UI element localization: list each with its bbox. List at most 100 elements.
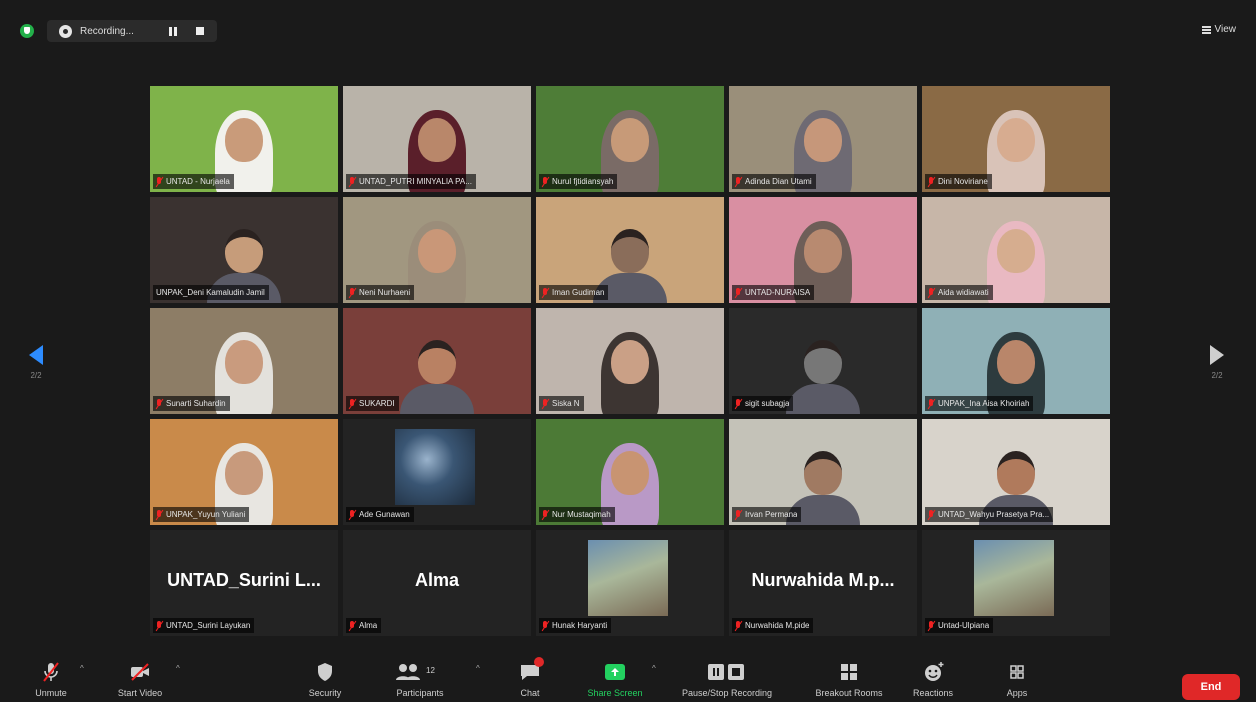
participant-tile[interactable]: UNTAD_Surini L... UNTAD_Surini Layukan — [150, 530, 338, 636]
participant-name-tag: Iman Gudiman — [539, 285, 609, 300]
participant-tile[interactable]: SUKARDI — [343, 308, 531, 414]
participant-tile[interactable]: Siska N — [536, 308, 724, 414]
participant-name-tag: Alma — [346, 618, 382, 633]
participant-tile[interactable]: Sunarti Suhardin — [150, 308, 338, 414]
chat-button[interactable]: Chat — [485, 657, 575, 698]
muted-microphone-icon — [349, 176, 356, 187]
participant-name-tag: sigit subagja — [732, 396, 794, 411]
participant-tile[interactable]: Nurwahida M.p... Nurwahida M.pide — [729, 530, 917, 636]
reactions-button[interactable]: Reactions — [888, 660, 978, 698]
participant-tile[interactable]: Adinda Dian Utami — [729, 86, 917, 192]
video-options-chevron-icon[interactable]: ^ — [176, 664, 180, 673]
participant-name: UNTAD_Wahyu Prasetya Pra... — [938, 510, 1050, 519]
participant-name-tag: Neni Nurhaeni — [346, 285, 415, 300]
view-button[interactable]: View — [1201, 24, 1237, 35]
start-video-label: Start Video — [117, 688, 163, 698]
participant-tile[interactable]: Ade Gunawan — [343, 419, 531, 525]
participant-tile[interactable]: Alma Alma — [343, 530, 531, 636]
participant-tile[interactable]: Nur Mustaqimah — [536, 419, 724, 525]
participant-silhouette — [786, 328, 860, 414]
participant-name: Siska N — [552, 399, 580, 408]
participant-display-name: Nurwahida M.p... — [751, 570, 895, 590]
participant-tile[interactable]: Dini Noviriane — [922, 86, 1110, 192]
muted-microphone-icon — [735, 176, 742, 187]
start-video-button[interactable]: Start Video — [95, 660, 185, 698]
participant-tile[interactable]: UNTAD-NURAISA — [729, 197, 917, 303]
reactions-label: Reactions — [912, 688, 954, 698]
participant-tile[interactable]: Untad-Ulpiana — [922, 530, 1110, 636]
participants-icon: 12 — [390, 660, 450, 684]
participant-tile[interactable]: UNPAK_Deni Kamaludin Jamil — [150, 197, 338, 303]
participants-button[interactable]: 12 Participants — [375, 660, 465, 698]
muted-microphone-icon — [156, 509, 163, 520]
share-screen-label: Share Screen — [587, 688, 643, 698]
participant-tile[interactable]: Irvan Permana — [729, 419, 917, 525]
participant-name-tag: UNPAK_Ina Aisa Khoiriah — [925, 396, 1034, 411]
participant-tile[interactable]: UNPAK_Yuyun Yuliani — [150, 419, 338, 525]
gallery-view: UNTAD - Nurjaela UNTAD_PUTRI MINYALIA PA.… — [150, 86, 1110, 636]
muted-microphone-icon — [928, 620, 935, 631]
participant-name: UNPAK_Ina Aisa Khoiriah — [938, 399, 1030, 408]
security-shield-icon[interactable] — [20, 24, 34, 38]
profile-picture — [588, 540, 668, 616]
recording-label: Recording... — [80, 25, 134, 37]
participant-tile[interactable]: Aida widiawati — [922, 197, 1110, 303]
muted-microphone-icon — [928, 176, 935, 187]
participant-tile[interactable]: UNTAD_PUTRI MINYALIA PA... — [343, 86, 531, 192]
participant-name-tag: Siska N — [539, 396, 584, 411]
participant-tile[interactable]: UNTAD_Wahyu Prasetya Pra... — [922, 419, 1110, 525]
participant-tile[interactable]: sigit subagja — [729, 308, 917, 414]
participants-options-chevron-icon[interactable]: ^ — [476, 664, 480, 673]
participant-tile[interactable]: Hunak Haryanti — [536, 530, 724, 636]
pause-stop-recording-label: Pause/Stop Recording — [682, 688, 773, 698]
muted-microphone-icon — [349, 620, 356, 631]
apps-button[interactable]: Apps — [972, 660, 1062, 698]
view-label: View — [1214, 24, 1237, 35]
participant-name: sigit subagja — [745, 399, 790, 408]
participant-name: SUKARDI — [359, 399, 395, 408]
participant-name: Sunarti Suhardin — [166, 399, 226, 408]
muted-microphone-icon — [349, 398, 356, 409]
participant-name: UNTAD-NURAISA — [745, 288, 811, 297]
view-menu-icon — [1201, 25, 1211, 34]
muted-microphone-icon — [542, 398, 549, 409]
participant-name: Iman Gudiman — [552, 288, 605, 297]
muted-microphone-icon — [156, 620, 163, 631]
next-page-button[interactable]: 2/2 — [1197, 345, 1237, 380]
smiley-icon — [888, 660, 978, 684]
participant-name-tag: Untad-Ulpiana — [925, 618, 994, 633]
chevron-right-icon — [1210, 345, 1224, 365]
participant-tile[interactable]: Nurul fjtidiansyah — [536, 86, 724, 192]
participant-name: UNTAD_Surini Layukan — [166, 621, 251, 630]
meeting-controls-bar: Unmute ^ Start Video ^ Security 12 Parti… — [0, 654, 1256, 702]
end-meeting-button[interactable]: End — [1182, 674, 1240, 700]
participant-name-tag: Dini Noviriane — [925, 174, 992, 189]
participant-silhouette — [400, 328, 474, 414]
participant-tile[interactable]: Neni Nurhaeni — [343, 197, 531, 303]
participant-name-tag: UNPAK_Deni Kamaludin Jamil — [153, 285, 269, 300]
muted-microphone-icon — [156, 176, 163, 187]
share-options-chevron-icon[interactable]: ^ — [652, 664, 656, 673]
previous-page-button[interactable]: 2/2 — [16, 345, 56, 380]
participant-name: UNTAD_PUTRI MINYALIA PA... — [359, 177, 472, 186]
participant-tile[interactable]: Iman Gudiman — [536, 197, 724, 303]
participant-name-tag: SUKARDI — [346, 396, 399, 411]
pause-recording-icon[interactable] — [168, 26, 178, 36]
participant-name: UNPAK_Yuyun Yuliani — [166, 510, 246, 519]
security-button[interactable]: Security — [280, 660, 370, 698]
muted-microphone-icon — [542, 287, 549, 298]
participant-name-tag: Sunarti Suhardin — [153, 396, 230, 411]
share-screen-button[interactable]: Share Screen — [570, 660, 660, 698]
participant-tile[interactable]: UNPAK_Ina Aisa Khoiriah — [922, 308, 1110, 414]
breakout-rooms-button[interactable]: Breakout Rooms — [804, 660, 894, 698]
participant-tile[interactable]: UNTAD - Nurjaela — [150, 86, 338, 192]
profile-picture — [395, 429, 475, 505]
participant-name: Nurwahida M.pide — [745, 621, 810, 630]
audio-options-chevron-icon[interactable]: ^ — [80, 664, 84, 673]
stop-recording-icon[interactable] — [196, 27, 204, 35]
recording-indicator: Recording... — [47, 20, 217, 42]
participant-name: Irvan Permana — [745, 510, 798, 519]
participants-count: 12 — [426, 666, 435, 675]
pause-stop-recording-button[interactable]: Pause/Stop Recording — [682, 660, 772, 698]
unmute-label: Unmute — [35, 688, 67, 698]
